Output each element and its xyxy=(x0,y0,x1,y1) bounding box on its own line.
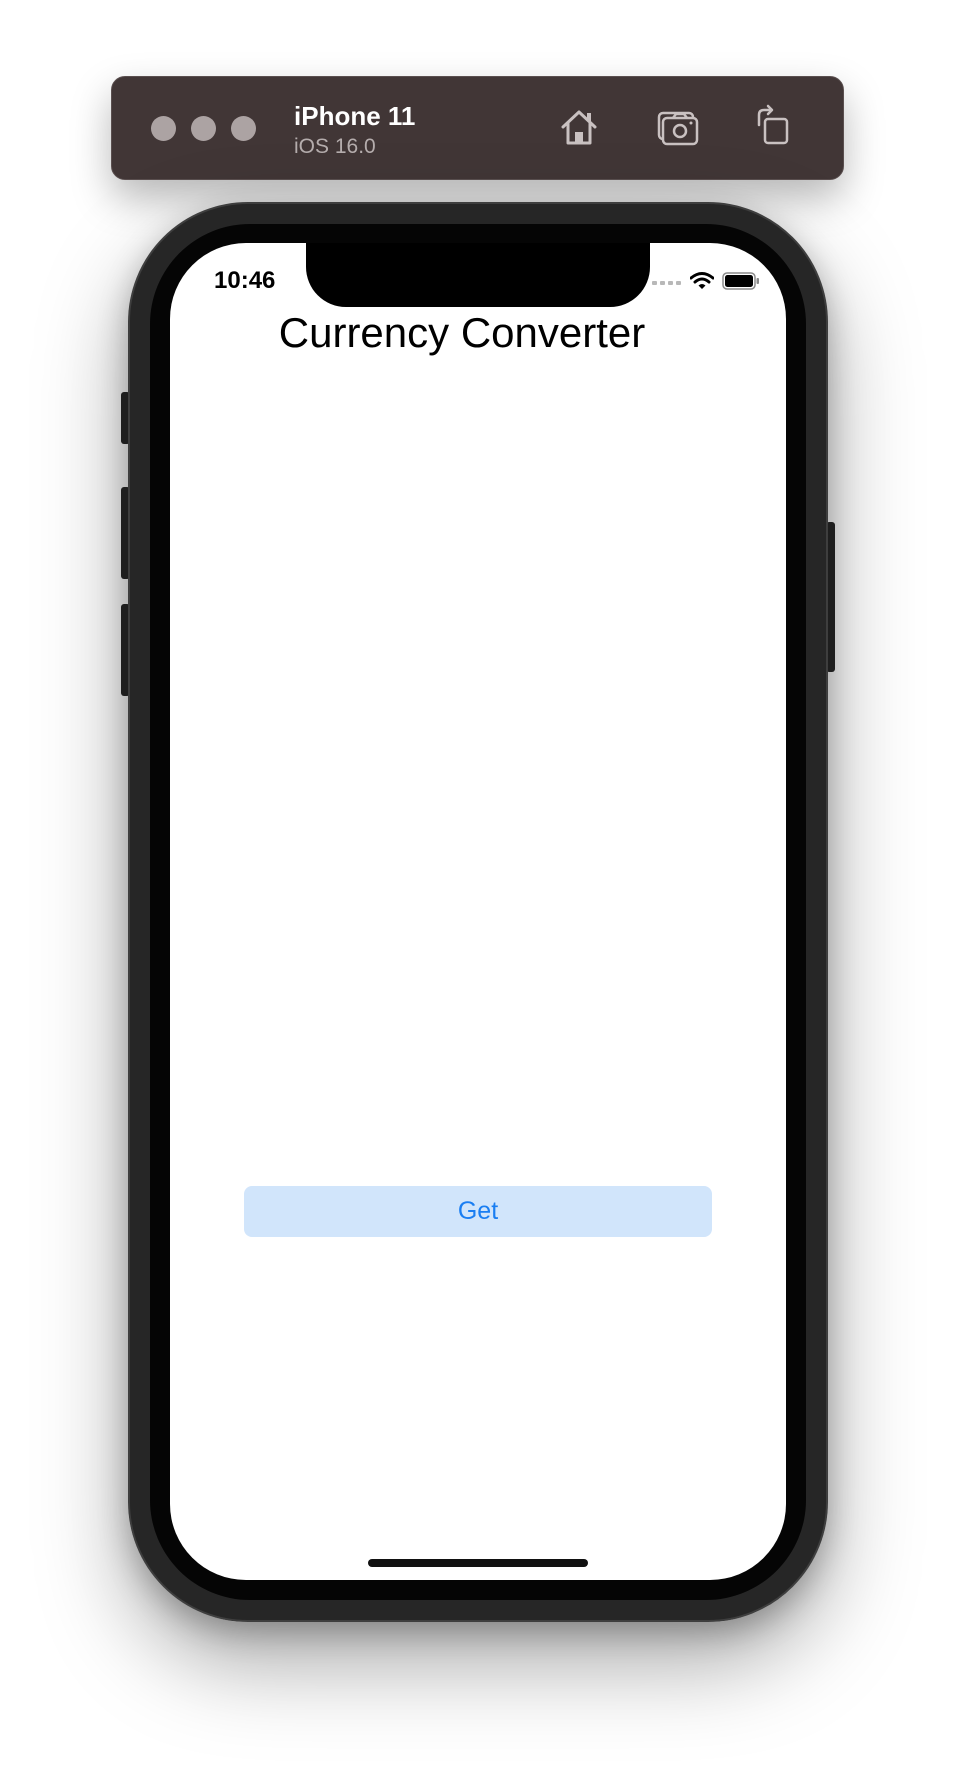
rotate-icon xyxy=(757,104,789,145)
screenshot-icon xyxy=(657,111,699,146)
get-button[interactable]: Get xyxy=(244,1186,712,1237)
simulator-toolbar: iPhone 11 iOS 16.0 xyxy=(111,76,844,180)
status-time: 10:46 xyxy=(214,267,276,294)
home-icon xyxy=(561,110,597,145)
notch xyxy=(306,243,650,307)
phone-screen: 10:46 Currency Converter Get xyxy=(170,243,786,1580)
window-minimize-button[interactable] xyxy=(191,116,216,141)
screenshot-button[interactable] xyxy=(653,103,701,151)
window-zoom-button[interactable] xyxy=(231,116,256,141)
os-version: iOS 16.0 xyxy=(294,135,376,158)
cellular-signal-icon xyxy=(652,281,681,285)
page-title: Currency Converter xyxy=(278,309,646,356)
home-button[interactable] xyxy=(555,103,603,151)
status-icons xyxy=(652,269,760,293)
rotate-button[interactable] xyxy=(751,103,799,151)
window-close-button[interactable] xyxy=(151,116,176,141)
device-name: iPhone 11 xyxy=(294,101,416,131)
simulator-window: iPhone 11 iOS 16.0 10:46 Currency Conver… xyxy=(0,0,956,1770)
battery-icon xyxy=(722,272,759,290)
wifi-icon xyxy=(690,272,714,289)
home-indicator[interactable] xyxy=(368,1559,588,1567)
